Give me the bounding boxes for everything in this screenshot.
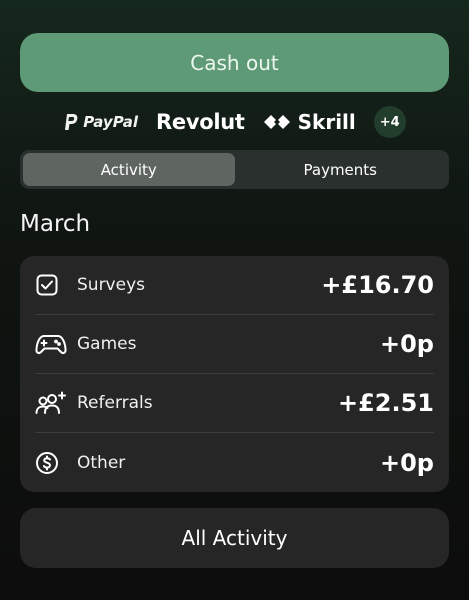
all-activity-button[interactable]: All Activity — [20, 508, 449, 568]
cash-out-button[interactable]: Cash out — [20, 33, 449, 92]
checkbox-icon — [35, 272, 67, 298]
revolut-logo: Revolut — [156, 110, 245, 134]
skrill-logo: Skrill — [263, 110, 356, 134]
list-item-referrals[interactable]: Referrals +£2.51 — [35, 374, 434, 433]
category-label: Referrals — [77, 393, 153, 413]
skrill-icon — [263, 115, 290, 129]
category-label: Games — [77, 334, 137, 354]
category-amount: +£16.70 — [321, 271, 434, 299]
activity-tabs: Activity Payments — [20, 150, 449, 189]
users-plus-icon — [35, 390, 67, 416]
more-providers-badge[interactable]: +4 — [373, 106, 406, 138]
list-item-surveys[interactable]: Surveys +£16.70 — [35, 256, 434, 315]
paypal-logo: PayPal — [63, 113, 138, 131]
gamepad-icon — [35, 331, 67, 357]
list-item-other[interactable]: Other +0p — [35, 433, 434, 492]
tab-payments[interactable]: Payments — [235, 153, 447, 186]
category-amount: +£2.51 — [337, 389, 434, 417]
category-label: Other — [77, 452, 126, 473]
list-item-games[interactable]: Games +0p — [35, 315, 434, 374]
category-amount: +0p — [380, 330, 434, 358]
paypal-label: PayPal — [83, 113, 138, 131]
tab-activity[interactable]: Activity — [23, 153, 235, 186]
earnings-card: Surveys +£16.70 Games +0p Referrals +£2.… — [20, 256, 449, 492]
category-amount: +0p — [380, 448, 434, 477]
category-label: Surveys — [77, 275, 145, 295]
dollar-circle-icon — [35, 450, 67, 476]
skrill-label: Skrill — [297, 110, 356, 134]
paypal-icon — [65, 114, 78, 130]
month-heading: March — [20, 211, 91, 237]
payment-providers: PayPal Revolut Skrill +4 — [0, 104, 469, 140]
